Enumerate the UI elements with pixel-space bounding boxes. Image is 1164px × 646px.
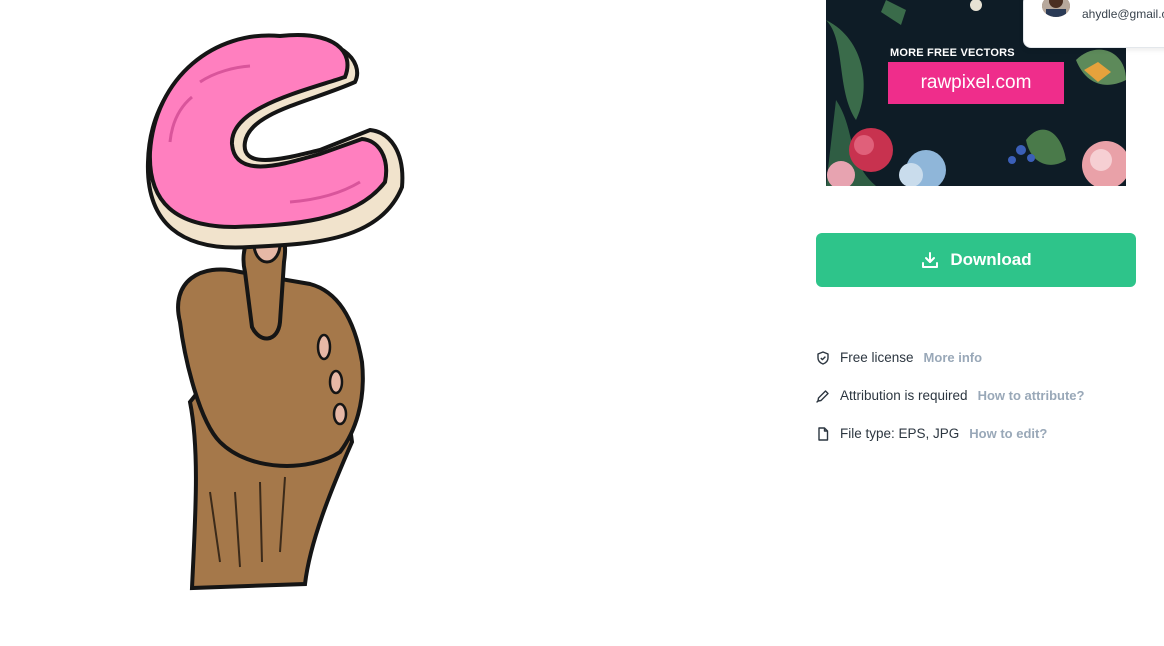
attribution-text: Attribution is required [840,388,968,403]
account-popover: ahydle@gmail.c [1023,0,1164,48]
hand-donut-illustration [145,33,405,591]
download-label: Download [950,250,1032,269]
license-row: Free license More info [816,350,982,365]
file-type-text: File type: EPS, JPG [840,426,960,441]
how-to-edit-link[interactable]: How to edit? [969,426,1047,441]
license-text: Free license [840,350,914,365]
how-to-attribute-link[interactable]: How to attribute? [978,388,1085,403]
pen-icon [816,389,830,403]
shield-check-icon [816,350,830,365]
account-email: ahydle@gmail.c [1082,7,1164,21]
more-info-link[interactable]: More info [924,350,983,365]
download-icon [920,250,940,270]
attribution-row: Attribution is required How to attribute… [816,388,1084,403]
ad-tagline: MORE FREE VECTORS [890,47,1015,59]
avatar[interactable] [1042,0,1070,17]
main-illustration [140,22,410,594]
download-button[interactable]: Download [816,233,1136,287]
file-icon [816,426,830,441]
file-type-row: File type: EPS, JPG How to edit? [816,426,1047,441]
avatar-image [1042,0,1070,17]
ad-rawpixel-button[interactable]: rawpixel.com [888,62,1064,104]
